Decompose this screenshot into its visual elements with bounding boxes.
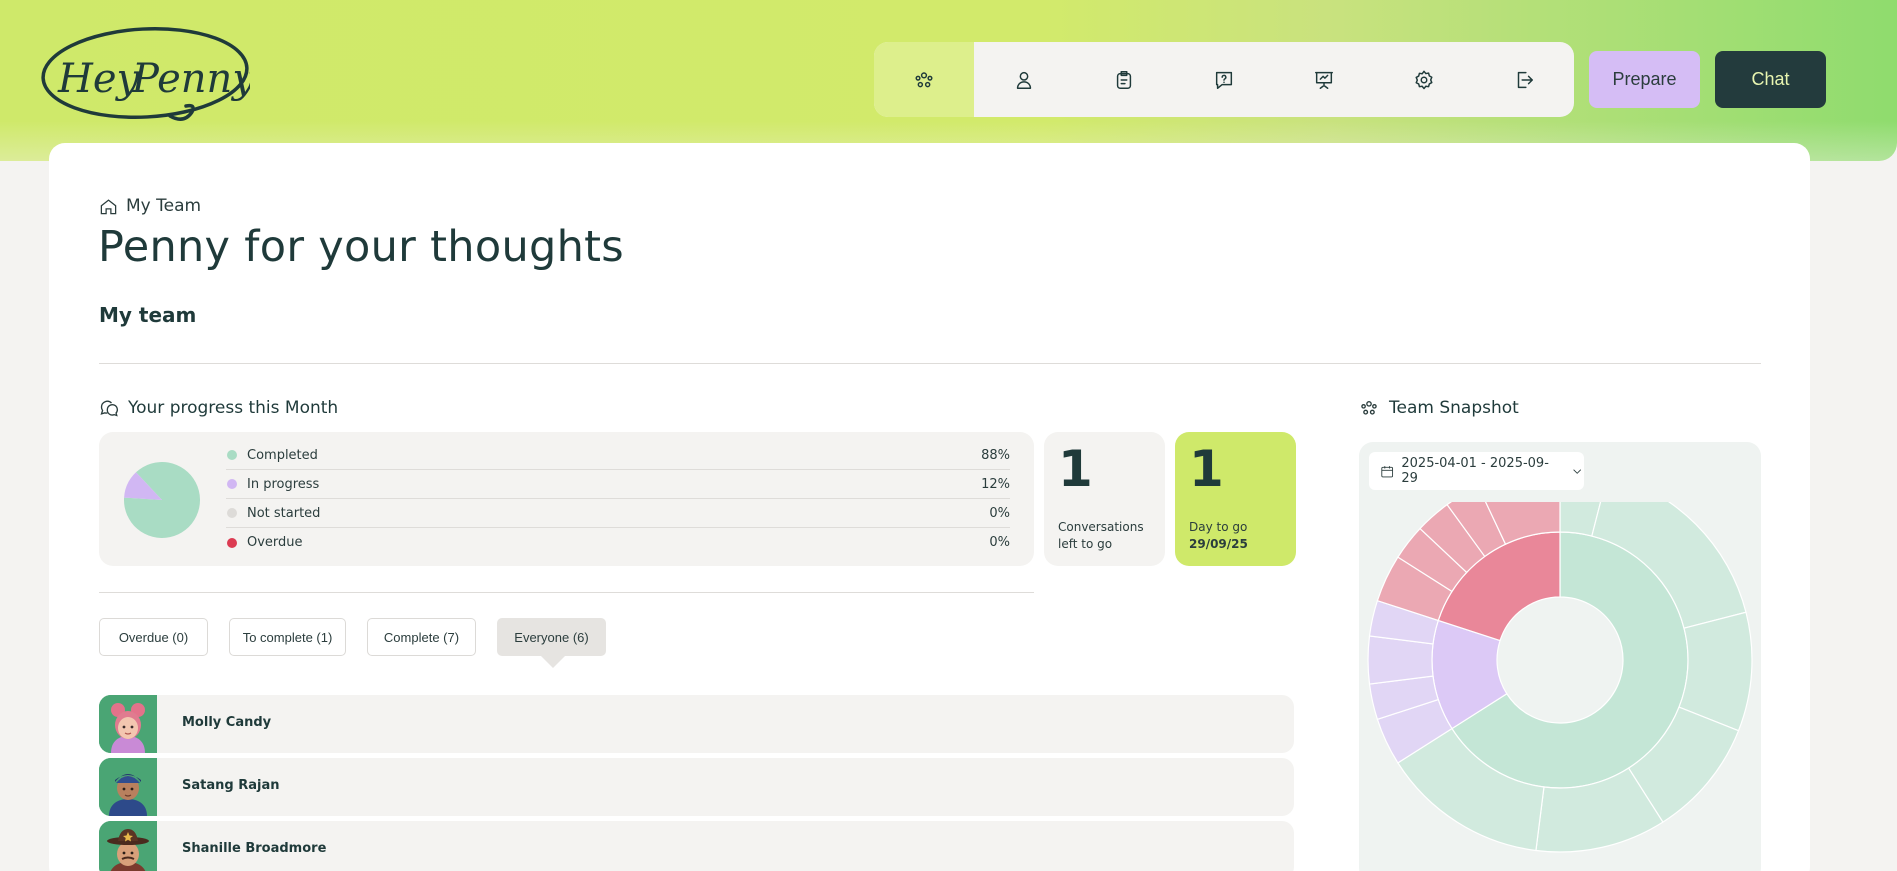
avatar-pink-hair-icon bbox=[99, 695, 157, 753]
progress-heading-label: Your progress this Month bbox=[128, 398, 339, 418]
caption-line: Day to go bbox=[1189, 520, 1248, 534]
legend-value: 12% bbox=[981, 476, 1010, 492]
progress-heading: Your progress this Month bbox=[99, 398, 338, 418]
svg-text:Hey: Hey bbox=[57, 56, 141, 102]
team-icon bbox=[1361, 401, 1377, 415]
divider bbox=[99, 592, 1034, 593]
legend-dot bbox=[227, 450, 237, 460]
nav-profile[interactable] bbox=[974, 42, 1074, 117]
avatar bbox=[99, 695, 157, 753]
section-title: My team bbox=[99, 303, 197, 327]
legend-row-not-started: Not started 0% bbox=[226, 499, 1010, 528]
legend-row-in-progress: In progress 12% bbox=[226, 470, 1010, 499]
chevron-down-icon bbox=[1572, 468, 1581, 474]
legend-row-completed: Completed 88% bbox=[226, 441, 1010, 470]
conversations-left-caption: Conversations left to go bbox=[1058, 519, 1158, 553]
clipboard-icon bbox=[1116, 70, 1132, 89]
avatar-cowboy-hat-icon bbox=[99, 821, 157, 871]
nav-team[interactable] bbox=[874, 42, 974, 117]
days-to-go-card: 1 Day to go 29/09/25 bbox=[1175, 432, 1296, 566]
nav-tasks[interactable] bbox=[1074, 42, 1174, 117]
date-range-picker[interactable]: 2025-04-01 - 2025-09-29 bbox=[1369, 452, 1584, 490]
filter-everyone[interactable]: Everyone (6) bbox=[497, 618, 606, 656]
caption-line: left to go bbox=[1058, 537, 1113, 551]
legend-label: Overdue bbox=[247, 535, 303, 550]
chat-bubbles-icon bbox=[100, 400, 118, 417]
team-icon bbox=[915, 71, 933, 87]
calendar-icon bbox=[1381, 465, 1394, 477]
team-member-row[interactable]: Molly Candy bbox=[99, 695, 1294, 753]
snapshot-heading: Team Snapshot bbox=[1359, 398, 1519, 418]
legend-dot bbox=[227, 479, 237, 489]
legend-label: In progress bbox=[247, 476, 320, 492]
progress-legend: Completed 88% In progress 12% Not starte… bbox=[226, 441, 1010, 557]
member-name: Shanille Broadmore bbox=[182, 841, 327, 856]
svg-text:Penny: Penny bbox=[131, 56, 250, 102]
conversations-left-number: 1 bbox=[1058, 440, 1093, 498]
team-member-row[interactable]: Shanille Broadmore bbox=[99, 821, 1294, 871]
avatar bbox=[99, 821, 157, 871]
progress-summary: Completed 88% In progress 12% Not starte… bbox=[99, 432, 1034, 566]
hey-penny-logo[interactable]: Hey Penny bbox=[40, 22, 250, 128]
nav-settings[interactable] bbox=[1374, 42, 1474, 117]
page-title: Penny for your thoughts bbox=[98, 222, 625, 272]
prepare-button[interactable]: Prepare bbox=[1589, 51, 1700, 108]
conversations-left-card: 1 Conversations left to go bbox=[1044, 432, 1165, 566]
progress-pie-chart bbox=[124, 462, 200, 538]
main-nav bbox=[874, 42, 1574, 117]
legend-label: Not started bbox=[247, 505, 321, 521]
due-date: 29/09/25 bbox=[1189, 537, 1248, 551]
presentation-icon bbox=[1315, 71, 1333, 89]
snapshot-heading-label: Team Snapshot bbox=[1389, 398, 1519, 418]
nav-questions[interactable] bbox=[1174, 42, 1274, 117]
avatar bbox=[99, 758, 157, 816]
legend-label: Completed bbox=[247, 447, 318, 463]
nav-logout[interactable] bbox=[1474, 42, 1574, 117]
home-icon bbox=[100, 198, 117, 214]
date-range-value: 2025-04-01 - 2025-09-29 bbox=[1401, 456, 1549, 486]
days-to-go-number: 1 bbox=[1189, 440, 1224, 498]
chat-button[interactable]: Chat bbox=[1715, 51, 1826, 108]
avatar-blue-cap-icon bbox=[99, 758, 157, 816]
member-name: Molly Candy bbox=[182, 715, 272, 730]
legend-dot bbox=[227, 508, 237, 518]
user-icon bbox=[1016, 71, 1032, 89]
active-filter-caret bbox=[541, 656, 565, 668]
filter-overdue[interactable]: Overdue (0) bbox=[99, 618, 208, 656]
logout-icon bbox=[1517, 71, 1533, 88]
legend-value: 0% bbox=[989, 535, 1010, 550]
filter-to-complete[interactable]: To complete (1) bbox=[229, 618, 346, 656]
team-snapshot-panel: 2025-04-01 - 2025-09-29 bbox=[1359, 442, 1761, 871]
days-to-go-caption: Day to go 29/09/25 bbox=[1189, 519, 1289, 553]
legend-row-overdue: Overdue 0% bbox=[226, 528, 1010, 557]
breadcrumb-label: My Team bbox=[126, 196, 202, 216]
divider bbox=[99, 363, 1761, 364]
member-name: Satang Rajan bbox=[182, 778, 280, 793]
nav-presentations[interactable] bbox=[1274, 42, 1374, 117]
legend-value: 88% bbox=[981, 447, 1010, 463]
team-member-row[interactable]: Satang Rajan bbox=[99, 758, 1294, 816]
caption-line: Conversations bbox=[1058, 520, 1144, 534]
legend-dot bbox=[227, 537, 237, 548]
filter-complete[interactable]: Complete (7) bbox=[367, 618, 476, 656]
gear-icon bbox=[1415, 70, 1433, 89]
breadcrumb[interactable]: My Team bbox=[99, 196, 201, 216]
legend-value: 0% bbox=[989, 505, 1010, 521]
question-chat-icon bbox=[1215, 71, 1233, 89]
team-sunburst-chart bbox=[1367, 502, 1753, 853]
